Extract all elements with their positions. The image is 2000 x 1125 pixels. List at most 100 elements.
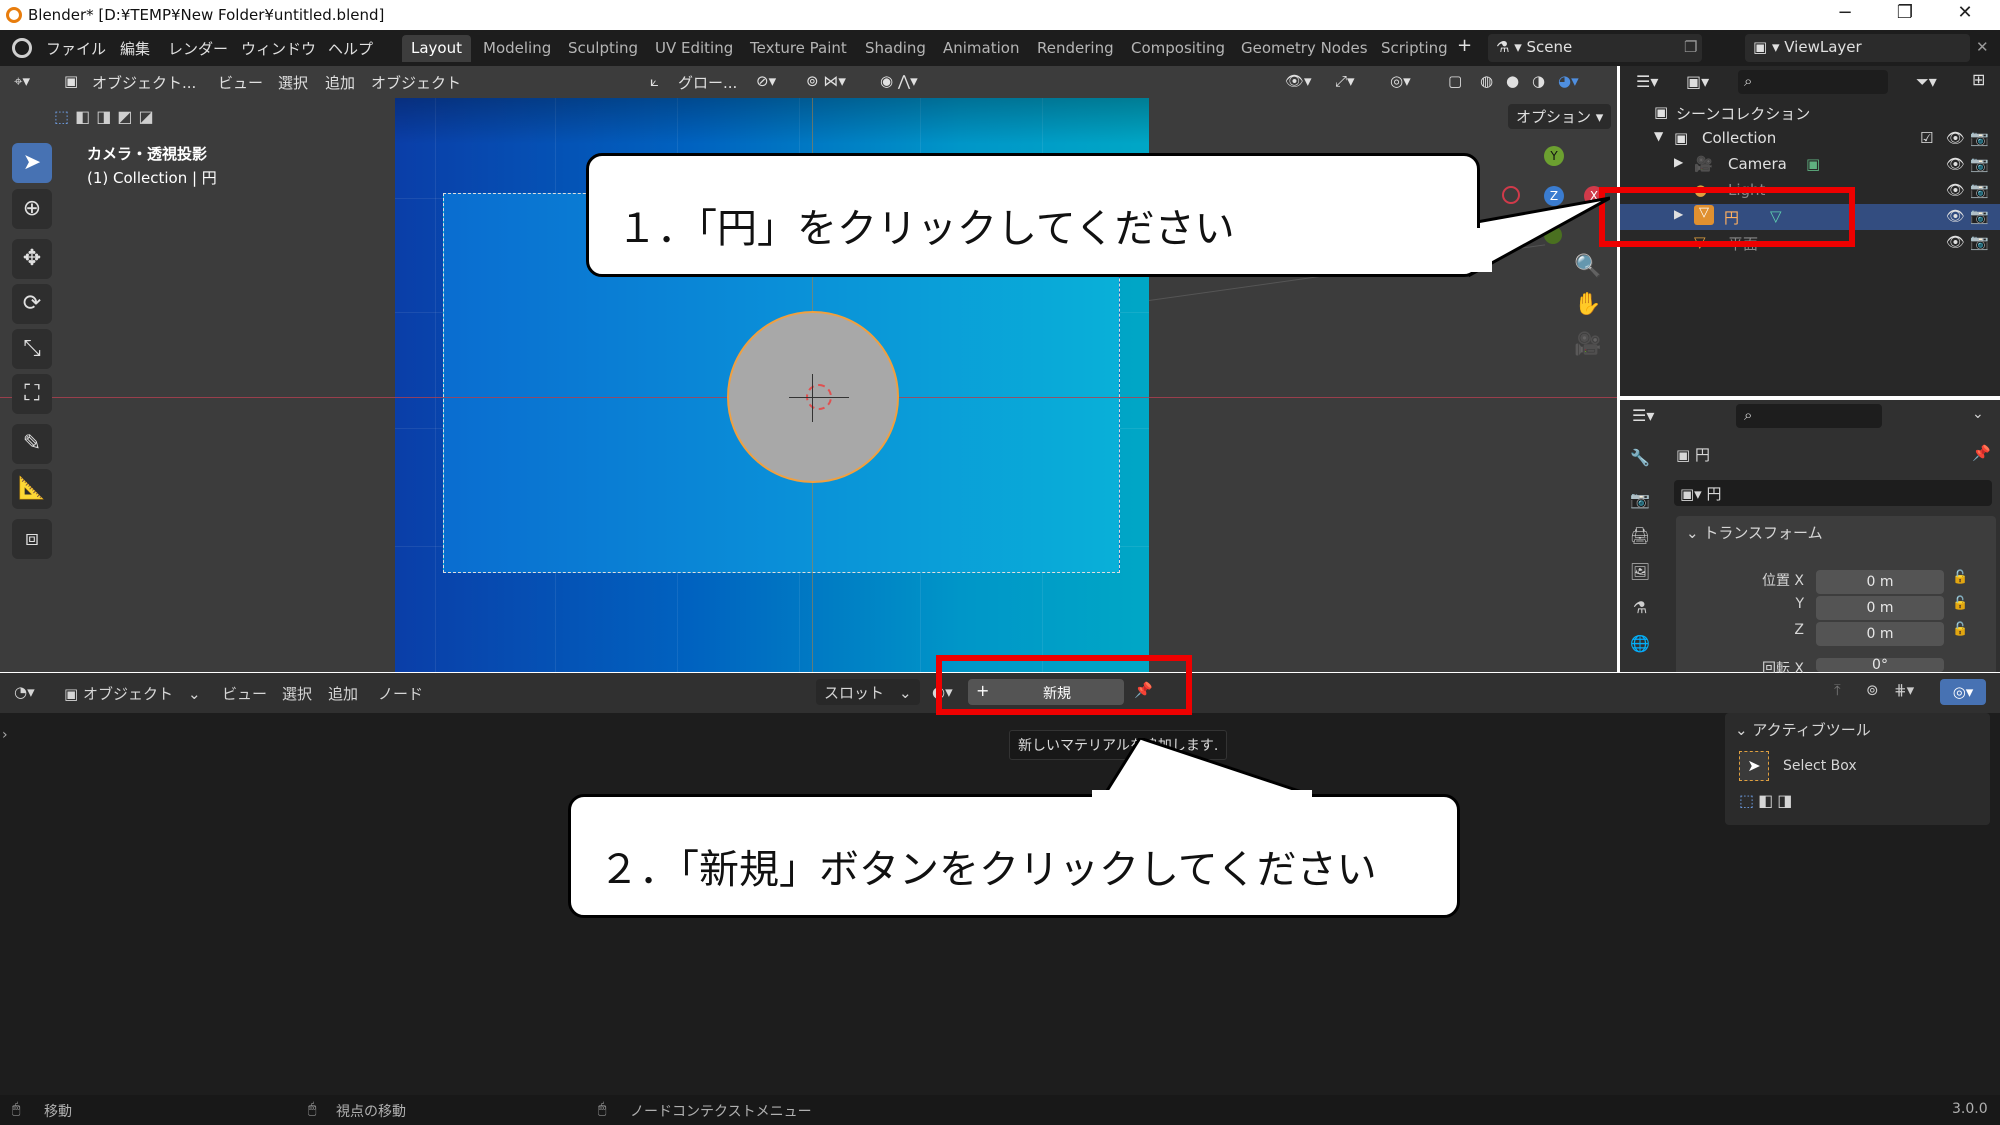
pivot-icon[interactable]: ⊘▾ (756, 72, 776, 90)
tab-shading[interactable]: Shading (856, 35, 935, 62)
tool-select-box[interactable]: ➤ (12, 143, 52, 183)
eye-icon[interactable]: 👁 (1946, 129, 1965, 147)
menu-window[interactable]: ウィンドウ (241, 38, 316, 59)
select-extend-icon[interactable]: ◧ (75, 107, 90, 126)
mode-selector[interactable]: オブジェクト... (92, 72, 196, 93)
viewport-menu-select[interactable]: 選択 (278, 72, 308, 93)
tab-compositing[interactable]: Compositing (1122, 35, 1234, 62)
shading-material-icon[interactable]: ◑ (1532, 72, 1545, 90)
select-subtract-icon[interactable]: ◨ (1777, 791, 1792, 810)
tool-annotate[interactable]: ✎ (12, 424, 52, 464)
camera-render-icon[interactable]: 📷 (1970, 233, 1989, 251)
output-tab-icon[interactable]: 🖨 (1627, 526, 1653, 552)
visibility-icon[interactable]: 👁▾ (1285, 72, 1312, 90)
eye-icon[interactable]: 👁 (1946, 155, 1965, 173)
tool-cursor[interactable]: ⊕ (12, 189, 52, 229)
outliner-display-mode-icon[interactable]: ▣▾ (1686, 72, 1709, 91)
outliner-row-collection[interactable]: ▼ ▣ Collection ☑ 👁 📷 (1620, 126, 2000, 152)
close-button[interactable]: ✕ (1950, 2, 1980, 28)
snap-icon[interactable]: ⊚ ⋈▾ (806, 72, 846, 90)
lock-icon[interactable]: 🔓 (1952, 570, 1968, 585)
shading-rendered-icon[interactable]: ◕▾ (1558, 72, 1579, 90)
node-menu-add[interactable]: 追加 (328, 683, 358, 704)
viewport-menu-add[interactable]: 追加 (325, 72, 355, 93)
render-tab-icon[interactable]: 📷 (1627, 490, 1653, 516)
tab-layout[interactable]: Layout (402, 35, 471, 62)
node-menu-node[interactable]: ノード (378, 683, 423, 704)
lock-icon[interactable]: 🔓 (1952, 622, 1968, 637)
tab-scripting[interactable]: Scripting (1372, 35, 1457, 62)
pin-icon[interactable]: 📌 (1972, 444, 1991, 462)
world-tab-icon[interactable]: 🌐 (1627, 634, 1653, 660)
select-subtract-icon[interactable]: ◨ (96, 107, 111, 126)
select-invert-icon[interactable]: ◩ (117, 107, 132, 126)
outliner-search-input[interactable]: ⌕ (1738, 70, 1888, 94)
select-new-icon[interactable]: ⬚ (1739, 791, 1754, 810)
eye-icon[interactable]: 👁 (1946, 233, 1965, 251)
viewport-menu-object[interactable]: オブジェクト (371, 72, 461, 93)
menu-file[interactable]: ファイル (46, 38, 106, 59)
select-mode-buttons[interactable]: ⬚ ◧ ◨ ◩ ◪ (54, 104, 154, 128)
node-menu-select[interactable]: 選択 (282, 683, 312, 704)
active-tool-header[interactable]: ⌄ アクティブツール (1735, 719, 1871, 740)
node-editor-type-icon[interactable]: ◔▾ (14, 683, 35, 701)
checkbox-icon[interactable]: ☑ (1920, 129, 1933, 147)
select-mode-buttons[interactable]: ⬚ ◧ ◨ (1739, 791, 1792, 810)
expand-arrow-icon[interactable]: ▶ (1674, 155, 1683, 169)
node-mode-selector[interactable]: ▣ オブジェクト ⌄ (64, 683, 201, 704)
transform-orientation-selector[interactable]: グロー... (678, 72, 737, 93)
add-workspace-button[interactable]: + (1457, 35, 1472, 56)
tool-add-cube[interactable]: ⧈ (12, 519, 52, 559)
tool-move[interactable]: ✥ (12, 239, 52, 279)
menu-edit[interactable]: 編集 (120, 38, 150, 59)
tool-tab-icon[interactable]: 🔧 (1627, 448, 1653, 474)
shading-solid-icon[interactable]: ● (1506, 72, 1519, 90)
node-menu-view[interactable]: ビュー (222, 683, 267, 704)
scene-selector[interactable]: ⚗ ▾ Scene (1488, 34, 1702, 62)
parent-node-icon[interactable]: ⤒ (1834, 681, 1841, 699)
viewport-menu-view[interactable]: ビュー (218, 72, 263, 93)
transform-section-header[interactable]: ⌄ トランスフォーム (1676, 516, 1996, 546)
camera-view-icon[interactable]: 🎥 (1574, 332, 1601, 357)
tab-geometry-nodes[interactable]: Geometry Nodes (1232, 35, 1377, 62)
slot-selector[interactable]: スロット ⌄ (816, 679, 920, 705)
location-y-field[interactable]: 0 m (1816, 596, 1944, 620)
camera-render-icon[interactable]: 📷 (1970, 129, 1989, 147)
minimize-button[interactable]: − (1830, 2, 1860, 28)
view-layer-tab-icon[interactable]: 🖼 (1627, 562, 1653, 588)
location-z-field[interactable]: 0 m (1816, 622, 1944, 646)
tool-rotate[interactable]: ⟳ (12, 284, 52, 324)
properties-editor-type-icon[interactable]: ☰▾ (1632, 406, 1654, 425)
outliner-row-camera[interactable]: ▶ 🎥 Camera ▣ 👁 📷 (1620, 152, 2000, 178)
select-extend-icon[interactable]: ◧ (1758, 791, 1773, 810)
expand-arrow-icon[interactable]: ▼ (1654, 129, 1663, 143)
location-x-field[interactable]: 0 m (1816, 570, 1944, 594)
tab-texture-paint[interactable]: Texture Paint (741, 35, 856, 62)
pan-hand-icon[interactable]: ✋ (1574, 292, 1601, 317)
scene-tab-icon[interactable]: ⚗ (1627, 598, 1653, 624)
tab-sculpting[interactable]: Sculpting (559, 35, 647, 62)
tab-rendering[interactable]: Rendering (1028, 35, 1123, 62)
viewlayer-remove-icon[interactable]: ✕ (1976, 38, 1989, 56)
menu-help[interactable]: ヘルプ (328, 38, 373, 59)
eye-icon[interactable]: 👁 (1946, 181, 1965, 199)
object-data-selector[interactable]: ▣▾ 円 (1674, 480, 1992, 506)
snap-target-icon[interactable]: ⋕▾ (1894, 681, 1914, 699)
filter-icon[interactable]: ⏷▾ (1916, 72, 1937, 92)
menu-render[interactable]: レンダー (168, 38, 228, 59)
shading-wireframe-icon[interactable]: ◍ (1480, 72, 1493, 90)
lock-icon[interactable]: 🔓 (1952, 596, 1968, 611)
outliner-row-scene-collection[interactable]: ▣ シーンコレクション (1620, 100, 2000, 126)
overlay-toggle-icon[interactable]: ◎▾ (1390, 72, 1411, 90)
tab-modeling[interactable]: Modeling (474, 35, 560, 62)
new-collection-icon[interactable]: ⊞ (1972, 70, 1985, 89)
blender-menu-icon[interactable] (12, 38, 32, 58)
proportional-edit-icon[interactable]: ◉ ⋀▾ (880, 72, 918, 90)
gizmo-y-axis[interactable]: Y (1544, 146, 1564, 166)
select-box-icon[interactable]: ➤ (1739, 751, 1769, 781)
outliner-editor-type-icon[interactable]: ☰▾ (1636, 72, 1658, 91)
tool-transform[interactable]: ⛶ (12, 374, 52, 414)
xray-icon[interactable]: ▢ (1448, 72, 1462, 90)
sidebar-toggle-icon[interactable]: › (2, 727, 8, 743)
camera-render-icon[interactable]: 📷 (1970, 207, 1989, 225)
